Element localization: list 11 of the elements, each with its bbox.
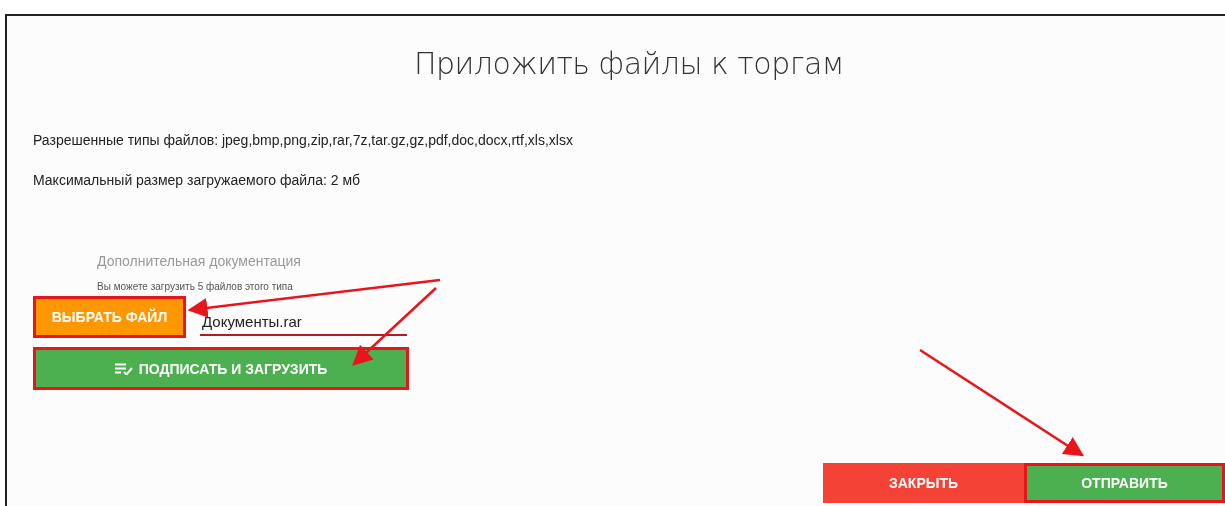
submit-button[interactable]: ОТПРАВИТЬ — [1024, 463, 1225, 503]
file-name-field[interactable]: Документы.rar — [200, 298, 407, 336]
sign-upload-button[interactable]: ПОДПИСАТЬ И ЗАГРУЗИТЬ — [33, 347, 409, 390]
info-text: Разрешенные типы файлов: jpeg,bmp,png,zip,rar,7z,tar.gz,gz,pdf,doc,docx,rtf,xls,xlsx — [33, 131, 574, 149]
section-label: Дополнительная документация — [97, 253, 301, 269]
choose-file-button[interactable]: ВЫБРАТЬ ФАЙЛ — [33, 296, 186, 338]
dialog-title: Приложить файлы к торгам — [413, 46, 845, 81]
info-text: Максимальный размер загружаемого файла: 2 мб — [33, 171, 361, 189]
list-check-icon — [114, 362, 133, 375]
close-button[interactable]: ЗАКРЫТЬ — [823, 463, 1024, 503]
hint-text: Вы можете загрузить 5 файлов этого типа — [97, 281, 293, 292]
